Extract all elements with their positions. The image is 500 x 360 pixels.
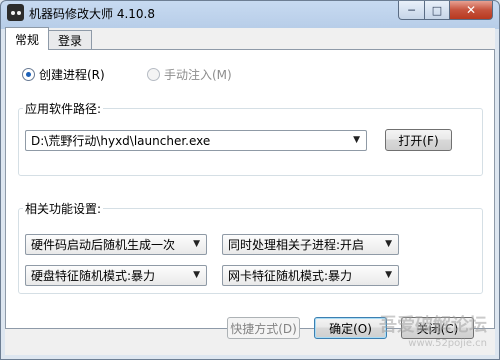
app-path-legend: 应用软件路径: — [25, 102, 102, 116]
nic-random-mode-value: 网卡特征随机模式:暴力 — [228, 269, 353, 283]
feature-settings-legend: 相关功能设置: — [25, 202, 102, 216]
chevron-down-icon[interactable]: ▼ — [193, 270, 200, 280]
title-bar[interactable]: 机器码修改大师 4.10.8 ─ □ ✕ — [1, 1, 499, 25]
chevron-down-icon[interactable]: ▼ — [385, 239, 392, 249]
close-button[interactable]: ✕ — [450, 1, 493, 20]
watermark-url: www.52pojie.cn — [408, 338, 487, 349]
open-file-button[interactable]: 打开(F) — [385, 129, 452, 151]
watermark: 吾爱破解论坛 www.52pojie.cn — [379, 317, 487, 353]
app-path-combobox[interactable]: D:\荒野行动\hyxd\launcher.exe ▼ — [25, 130, 367, 151]
manual-inject-option: 手动注入(M) — [147, 66, 232, 83]
child-process-value: 同时处理相关子进程:开启 — [228, 238, 365, 252]
watermark-text: 吾爱破解论坛 — [379, 315, 487, 336]
tab-panel-general: 创建进程(R) 手动注入(M) 应用软件路径: D:\荒野行动\hyxd\lau… — [5, 49, 495, 329]
app-path-group: 应用软件路径: D:\荒野行动\hyxd\launcher.exe ▼ 打开(F… — [18, 100, 483, 176]
create-process-label: 创建进程(R) — [39, 68, 105, 82]
child-process-select[interactable]: 同时处理相关子进程:开启 ▼ — [222, 234, 399, 255]
feature-settings-group: 相关功能设置: 硬件码启动后随机生成一次 ▼ 同时处理相关子进程:开启 ▼ 硬盘… — [18, 200, 483, 294]
manual-inject-label: 手动注入(M) — [164, 68, 232, 82]
chevron-down-icon[interactable]: ▼ — [385, 270, 392, 280]
window-controls: ─ □ ✕ — [398, 1, 493, 20]
app-window: 机器码修改大师 4.10.8 ─ □ ✕ 常规 登录 创建进程(R) 手动注入(… — [0, 0, 500, 360]
chevron-down-icon[interactable]: ▼ — [353, 135, 360, 145]
app-logo-icon — [7, 4, 24, 21]
disk-random-mode-select[interactable]: 硬盘特征随机模式:暴力 ▼ — [25, 265, 207, 286]
client-area: 常规 登录 创建进程(R) 手动注入(M) 应用软件路径: D:\荒野行动\hy… — [5, 27, 495, 355]
hardware-code-mode-value: 硬件码启动后随机生成一次 — [31, 238, 176, 252]
create-process-option[interactable]: 创建进程(R) — [22, 66, 105, 83]
tab-strip: 常规 登录 — [5, 27, 93, 50]
disk-random-mode-value: 硬盘特征随机模式:暴力 — [31, 269, 156, 283]
hardware-code-mode-select[interactable]: 硬件码启动后随机生成一次 ▼ — [25, 234, 207, 255]
tab-general[interactable]: 常规 — [5, 27, 50, 50]
create-process-radio[interactable] — [22, 68, 35, 81]
minimize-button[interactable]: ─ — [398, 1, 425, 20]
tab-login[interactable]: 登录 — [48, 30, 93, 50]
shortcut-button: 快捷方式(D) — [227, 317, 300, 339]
window-title: 机器码修改大师 4.10.8 — [29, 7, 155, 21]
ok-button[interactable]: 确定(O) — [314, 317, 387, 339]
app-path-value: D:\荒野行动\hyxd\launcher.exe — [31, 134, 211, 148]
nic-random-mode-select[interactable]: 网卡特征随机模式:暴力 ▼ — [222, 265, 399, 286]
manual-inject-radio — [147, 68, 160, 81]
chevron-down-icon[interactable]: ▼ — [193, 239, 200, 249]
maximize-button[interactable]: □ — [425, 1, 450, 20]
